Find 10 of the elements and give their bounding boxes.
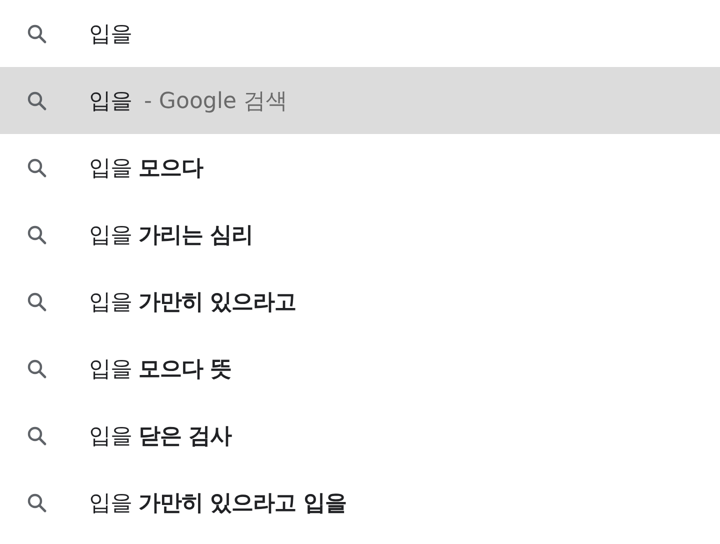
suggestion-description: - Google 검색	[144, 88, 288, 116]
suggestion-text: 입을 가리는 심리	[89, 222, 254, 250]
suggestion-text: 입을	[89, 88, 132, 116]
suggestion-text: 입을 닫은 검사	[89, 422, 232, 450]
suggestion-text: 입을 모으다	[89, 154, 203, 182]
suggestion-text: 입을 가만히 있으라고 입을	[89, 490, 346, 518]
suggestion-text: 입을 가만히 있으라고	[89, 288, 296, 316]
suggestion-text: 입을	[89, 20, 132, 48]
suggestion-text: 입을 모으다 뜻	[89, 356, 232, 384]
suggestion-item[interactable]: 입을 - Google 검색	[0, 67, 720, 134]
